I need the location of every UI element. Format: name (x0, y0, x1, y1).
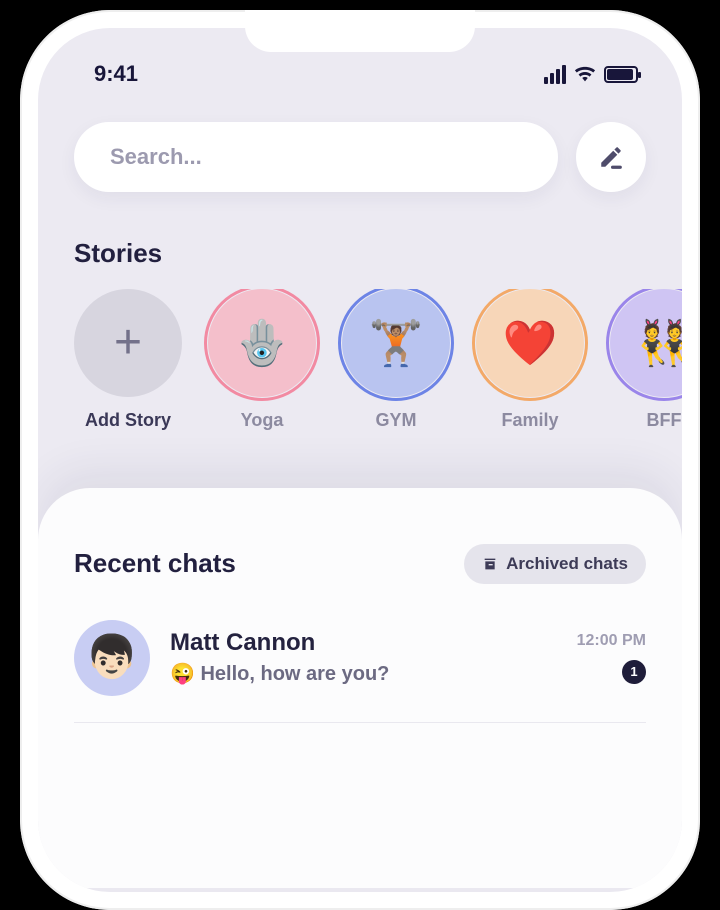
story-emoji: ❤️ (503, 317, 558, 369)
chat-name: Matt Cannon (170, 629, 557, 657)
preview-emoji: 😜 (170, 663, 195, 685)
wifi-icon (574, 65, 596, 83)
phone-frame: 9:41 Search... (20, 10, 700, 910)
chat-row[interactable]: 👦🏻 Matt Cannon 😜 Hello, how are you? 12:… (74, 584, 646, 723)
preview-text: Hello, how are you? (200, 663, 389, 685)
search-input[interactable]: Search... (74, 122, 558, 192)
archive-icon (482, 556, 498, 572)
status-time: 9:41 (94, 61, 138, 87)
chats-header: Recent chats Archived chats (74, 544, 646, 584)
chat-preview: 😜 Hello, how are you? (170, 661, 557, 686)
notch (245, 10, 475, 52)
compose-button[interactable] (576, 122, 646, 192)
story-item[interactable]: 👯 BFF (610, 289, 682, 432)
story-label: Yoga (241, 409, 284, 432)
add-story[interactable]: + Add Story (74, 289, 182, 432)
story-emoji: 🏋🏽 (369, 317, 424, 369)
pencil-icon (598, 144, 624, 170)
chat-body: Matt Cannon 😜 Hello, how are you? (170, 629, 557, 686)
story-item[interactable]: 🏋🏽 GYM (342, 289, 450, 432)
search-row: Search... (38, 98, 682, 192)
chat-time: 12:00 PM (577, 632, 646, 650)
chat-meta: 12:00 PM 1 (577, 632, 646, 684)
chats-panel: Recent chats Archived chats 👦🏻 Matt Cann… (38, 488, 682, 888)
story-item[interactable]: 🪬 Yoga (208, 289, 316, 432)
story-circle[interactable]: 👯 (610, 289, 682, 397)
stories-title: Stories (38, 192, 682, 289)
archived-chats-label: Archived chats (506, 554, 628, 574)
story-emoji: 🪬 (235, 317, 290, 369)
status-icons (544, 65, 638, 84)
cellular-signal-icon (544, 65, 566, 84)
archived-chats-button[interactable]: Archived chats (464, 544, 646, 584)
story-item[interactable]: ❤️ Family (476, 289, 584, 432)
avatar[interactable]: 👦🏻 (74, 620, 150, 696)
add-story-label: Add Story (85, 409, 171, 432)
story-emoji: 👯 (637, 317, 682, 369)
plus-icon: + (114, 319, 142, 367)
phone-screen: 9:41 Search... (38, 28, 682, 892)
stories-row[interactable]: + Add Story 🪬 Yoga 🏋🏽 GYM ❤️ (38, 289, 682, 432)
search-placeholder: Search... (110, 144, 202, 170)
recent-chats-title: Recent chats (74, 548, 236, 579)
story-circle[interactable]: ❤️ (476, 289, 584, 397)
battery-icon (604, 66, 638, 83)
story-label: Family (501, 409, 558, 432)
story-circle[interactable]: 🪬 (208, 289, 316, 397)
story-circle[interactable]: 🏋🏽 (342, 289, 450, 397)
story-label: BFF (647, 409, 682, 432)
story-label: GYM (375, 409, 416, 432)
add-story-circle[interactable]: + (74, 289, 182, 397)
avatar-emoji: 👦🏻 (86, 633, 138, 682)
unread-badge: 1 (622, 660, 646, 684)
